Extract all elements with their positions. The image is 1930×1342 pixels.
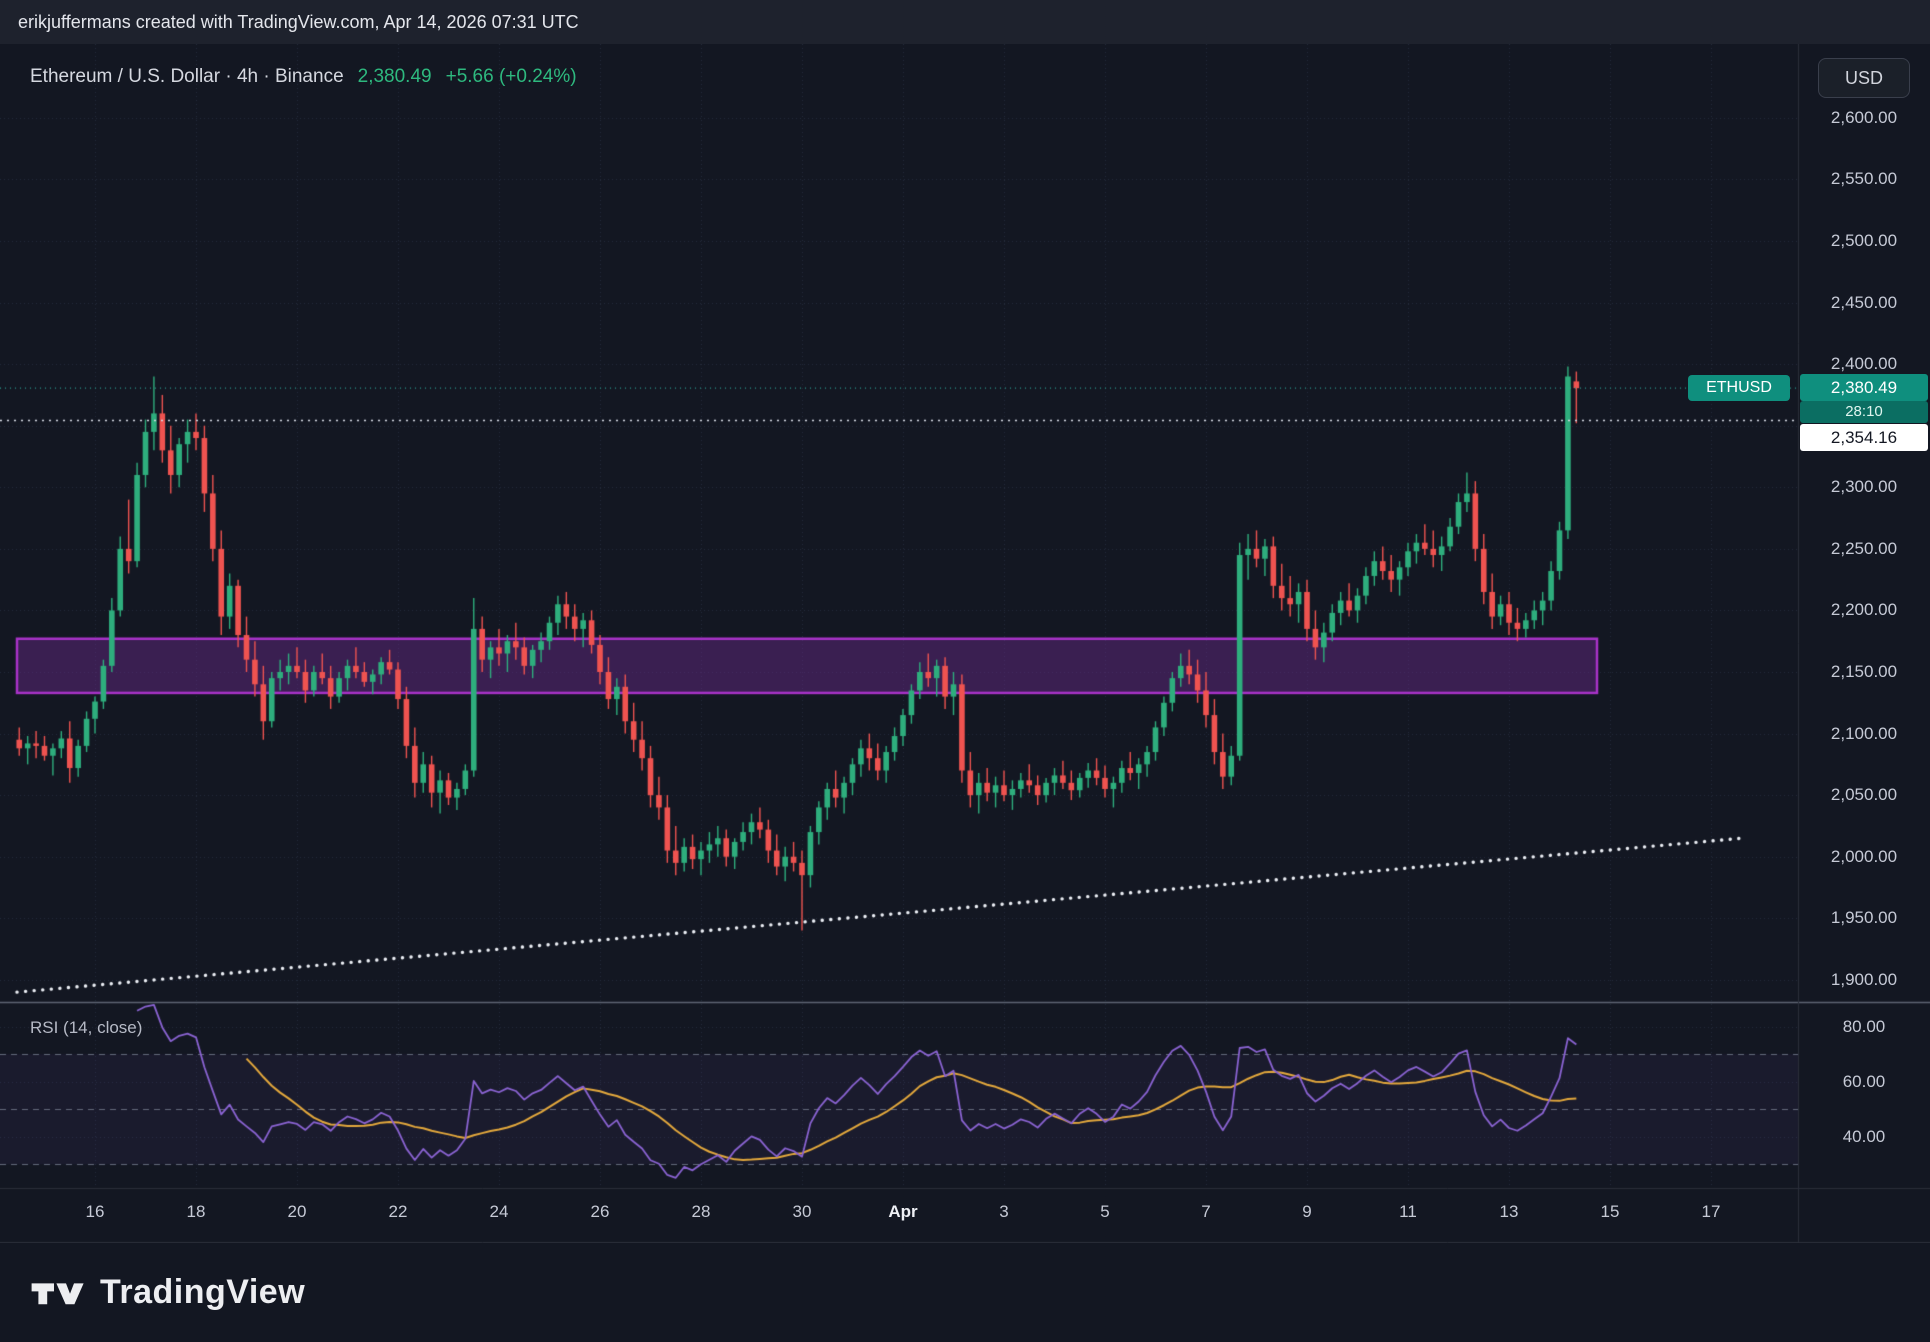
price-axis-label: 2,300.00 bbox=[1798, 476, 1930, 498]
time-axis-label: 18 bbox=[166, 1202, 226, 1222]
rsi-axis-label: 80.00 bbox=[1798, 1016, 1930, 1038]
time-axis-label: 24 bbox=[469, 1202, 529, 1222]
currency-button[interactable]: USD bbox=[1818, 58, 1910, 98]
time-axis-label: 11 bbox=[1378, 1202, 1438, 1222]
time-axis-label: 15 bbox=[1580, 1202, 1640, 1222]
time-axis-label: 28 bbox=[671, 1202, 731, 1222]
price-axis-label: 2,100.00 bbox=[1798, 723, 1930, 745]
rsi-axis-label: 60.00 bbox=[1798, 1071, 1930, 1093]
price-axis-label: 2,050.00 bbox=[1798, 784, 1930, 806]
symbol-price-pill: ETHUSD bbox=[1688, 375, 1790, 401]
countdown-tag: 28:10 bbox=[1800, 401, 1928, 423]
time-axis-label: 20 bbox=[267, 1202, 327, 1222]
rsi-axis-label: 40.00 bbox=[1798, 1126, 1930, 1148]
price-tag: 2,380.49 bbox=[1800, 374, 1928, 401]
price-axis-label: 1,900.00 bbox=[1798, 969, 1930, 991]
time-axis-label: Apr bbox=[873, 1202, 933, 1222]
price-axis-label: 1,950.00 bbox=[1798, 907, 1930, 929]
price-axis-label: 2,400.00 bbox=[1798, 353, 1930, 375]
symbol-title[interactable]: Ethereum / U.S. Dollar · 4h · Binance bbox=[30, 66, 344, 88]
price-axis-label: 2,150.00 bbox=[1798, 661, 1930, 683]
time-axis-label: 3 bbox=[974, 1202, 1034, 1222]
price-axis-label: 2,600.00 bbox=[1798, 107, 1930, 129]
time-axis-label: 30 bbox=[772, 1202, 832, 1222]
time-axis-label: 17 bbox=[1681, 1202, 1741, 1222]
tradingview-logo[interactable]: TradingView bbox=[0, 1243, 1930, 1342]
price-axis-label: 2,250.00 bbox=[1798, 538, 1930, 560]
level-price-tag: 2,354.16 bbox=[1800, 424, 1928, 451]
price-axis-label: 2,200.00 bbox=[1798, 599, 1930, 621]
time-axis-label: 5 bbox=[1075, 1202, 1135, 1222]
price-axis-label: 2,500.00 bbox=[1798, 230, 1930, 252]
time-axis-label: 22 bbox=[368, 1202, 428, 1222]
attribution-text: erikjuffermans created with TradingView.… bbox=[18, 12, 579, 33]
price-axis-label: 2,450.00 bbox=[1798, 292, 1930, 314]
price-axis-label: 2,000.00 bbox=[1798, 846, 1930, 868]
main-chart-canvas[interactable] bbox=[0, 44, 1930, 1243]
last-price: 2,380.49 bbox=[358, 66, 432, 88]
time-axis-label: 9 bbox=[1277, 1202, 1337, 1222]
price-axis-label: 2,550.00 bbox=[1798, 168, 1930, 190]
time-axis-label: 13 bbox=[1479, 1202, 1539, 1222]
tradingview-logo-text: TradingView bbox=[100, 1273, 305, 1312]
time-axis-label: 16 bbox=[65, 1202, 125, 1222]
tradingview-chart-page: erikjuffermans created with TradingView.… bbox=[0, 0, 1930, 1342]
chart-header: Ethereum / U.S. Dollar · 4h · Binance 2,… bbox=[30, 66, 577, 88]
attribution-bar: erikjuffermans created with TradingView.… bbox=[0, 0, 1930, 44]
time-axis-label: 26 bbox=[570, 1202, 630, 1222]
time-axis-label: 7 bbox=[1176, 1202, 1236, 1222]
price-change: +5.66 (+0.24%) bbox=[446, 66, 577, 88]
tradingview-logo-icon bbox=[30, 1273, 86, 1313]
rsi-label[interactable]: RSI (14, close) bbox=[30, 1018, 142, 1038]
time-axis[interactable]: 16 18 20 22 24 26 28 30 Apr 3 5 7 9 11 13 15 17 bbox=[0, 1188, 1798, 1243]
price-scale[interactable]: 2,380.49 28:10 2,354.16 2,600.00 2,550.00… bbox=[1798, 44, 1930, 1243]
